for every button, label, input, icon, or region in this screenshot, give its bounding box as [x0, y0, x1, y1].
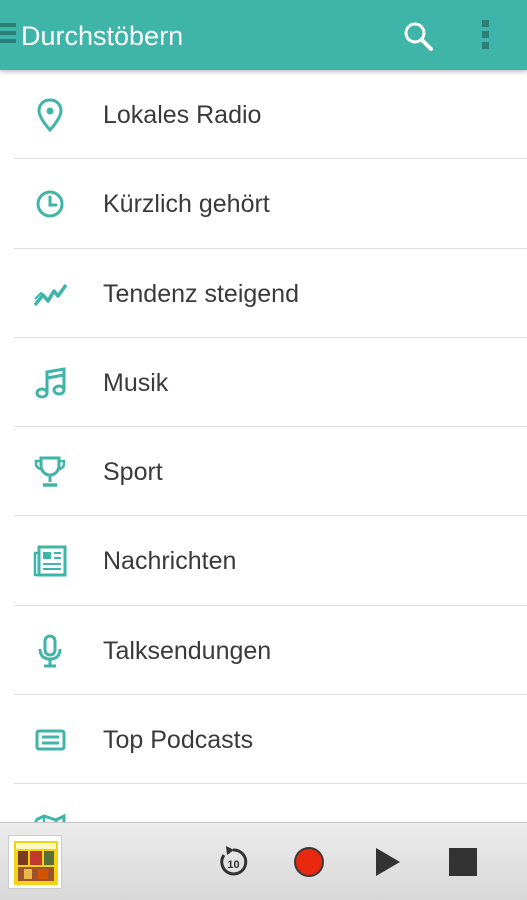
list-item-lokales-radio[interactable]: Lokales Radio: [0, 70, 527, 160]
stop-icon[interactable]: [446, 845, 480, 879]
play-icon[interactable]: [370, 845, 404, 879]
list-item-sport[interactable]: Sport: [0, 427, 527, 517]
list-item-partial[interactable]: [0, 784, 527, 822]
replay-seconds-label: 10: [227, 859, 239, 871]
record-icon[interactable]: [292, 845, 326, 879]
list-item-label: Talksendungen: [103, 636, 272, 665]
list-item-label: Lokales Radio: [103, 101, 262, 129]
music-note-icon: [32, 366, 68, 400]
search-icon[interactable]: [402, 20, 434, 52]
list-item-label: Kürzlich gehört: [103, 190, 270, 219]
microphone-icon: [32, 634, 68, 668]
album-art[interactable]: [8, 835, 62, 889]
list-item-label: Nachrichten: [103, 547, 237, 576]
overflow-menu-icon[interactable]: [482, 20, 490, 52]
map-icon: [32, 812, 68, 822]
list-item-kuerzlich-gehoert[interactable]: Kürzlich gehört: [0, 159, 527, 249]
browse-list: Lokales Radio Kürzlich gehört Tendenz st…: [0, 70, 527, 822]
menu-icon[interactable]: [0, 23, 16, 49]
trophy-icon: [32, 455, 68, 489]
page-title: Durchstöbern: [21, 21, 184, 51]
clock-icon: [32, 187, 68, 221]
list-item-label: Tendenz steigend: [103, 279, 299, 308]
newspaper-icon: [32, 544, 68, 578]
mini-player: 10: [0, 822, 527, 900]
location-pin-icon: [32, 98, 68, 133]
trending-icon: [32, 277, 68, 311]
list-item-tendenz-steigend[interactable]: Tendenz steigend: [0, 249, 527, 338]
list-item-label: Sport: [103, 458, 163, 487]
app-bar: Durchstöbern: [0, 0, 527, 70]
podcast-icon: [32, 723, 68, 757]
list-item-top-podcasts[interactable]: Top Podcasts: [0, 695, 527, 785]
list-item-label: Musik: [103, 368, 169, 397]
list-item-nachrichten[interactable]: Nachrichten: [0, 516, 527, 606]
list-item-label: Top Podcasts: [103, 726, 254, 755]
replay-10-icon[interactable]: 10: [216, 845, 250, 879]
list-item-talksendungen[interactable]: Talksendungen: [0, 606, 527, 696]
list-item-musik[interactable]: Musik: [0, 338, 527, 428]
